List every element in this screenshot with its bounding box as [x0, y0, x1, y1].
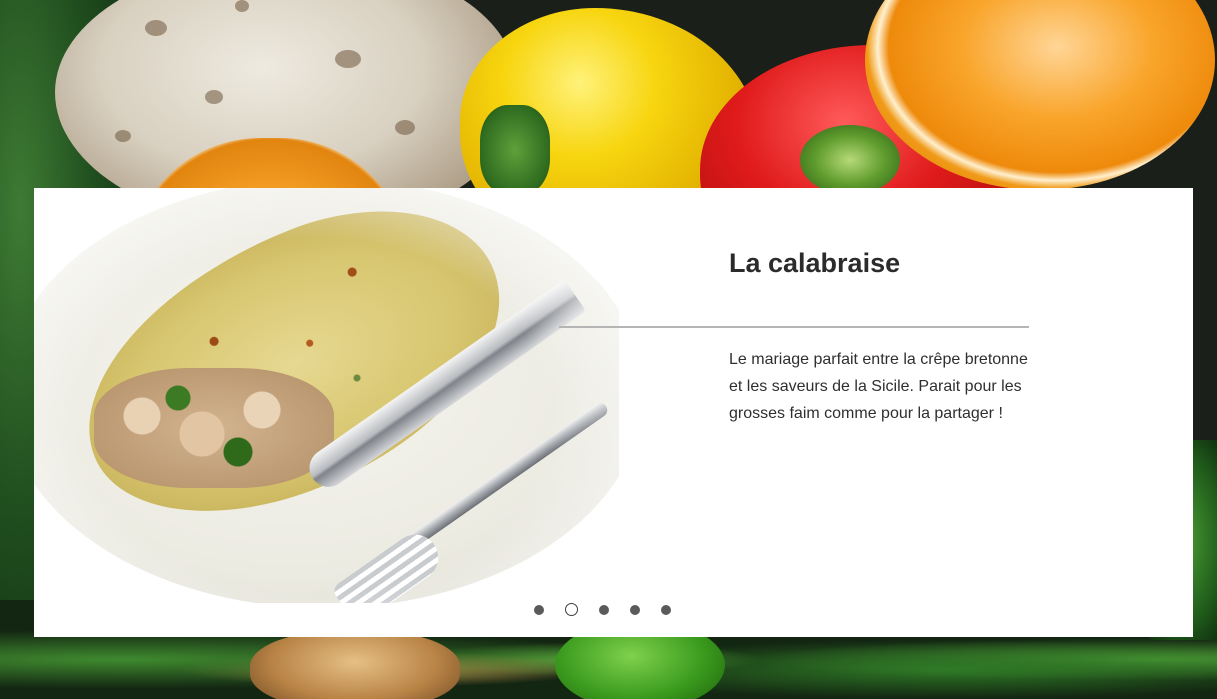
title-divider — [559, 326, 1029, 328]
carousel-dot-1[interactable] — [534, 604, 544, 615]
carousel-slide-card: La calabraise Le mariage parfait entre l… — [34, 188, 1193, 637]
carousel-dot-2[interactable] — [565, 603, 578, 616]
walnuts-decoration — [250, 630, 460, 699]
carousel-dot-5[interactable] — [661, 604, 671, 615]
carousel-dot-4[interactable] — [630, 604, 640, 615]
page: La calabraise Le mariage parfait entre l… — [0, 0, 1217, 699]
slide-title: La calabraise — [729, 248, 901, 278]
slide-description: Le mariage parfait entre la crêpe breton… — [729, 351, 1028, 422]
pepper-stem-decoration — [480, 105, 550, 195]
carousel-dot-3[interactable] — [599, 604, 609, 615]
image-vignette — [34, 188, 619, 603]
crepe-dish-image — [34, 188, 619, 603]
pepper-stem-decoration — [800, 125, 900, 195]
carousel-pagination — [534, 603, 671, 616]
